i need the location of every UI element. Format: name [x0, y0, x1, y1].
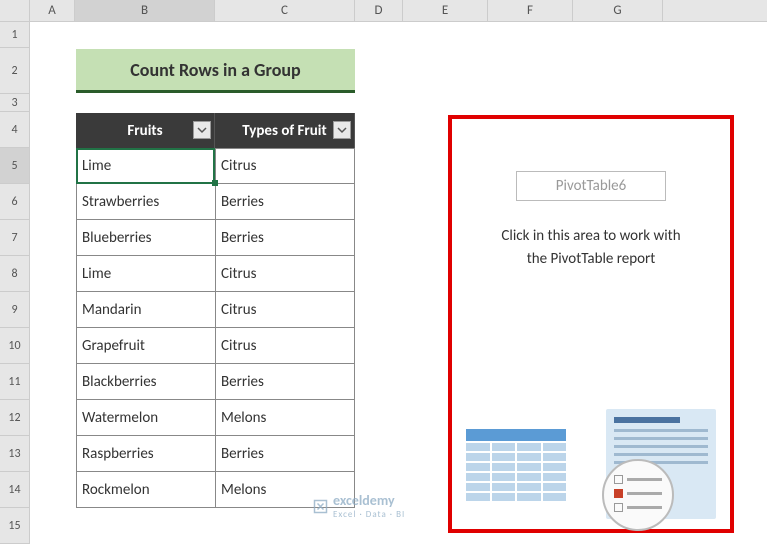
row-header-6[interactable]: 6 [0, 184, 30, 220]
col-header-F[interactable]: F [488, 0, 573, 21]
row-header-10[interactable]: 10 [0, 328, 30, 364]
table-header-fruits: Fruits [76, 113, 215, 148]
chevron-down-icon [337, 125, 347, 135]
cell-B12[interactable]: Watermelon [76, 400, 215, 436]
col-header-A[interactable]: A [30, 0, 75, 21]
cell-C6[interactable]: Berries [215, 184, 355, 220]
filter-button-fruits[interactable] [193, 121, 211, 139]
row-header-9[interactable]: 9 [0, 292, 30, 328]
row-header-4[interactable]: 4 [0, 112, 30, 148]
pivottable-name: PivotTable6 [516, 171, 666, 201]
cell-B6[interactable]: Strawberries [76, 184, 215, 220]
table-header-types: Types of Fruit [215, 113, 355, 148]
cell-C8[interactable]: Citrus [215, 256, 355, 292]
cell-B13[interactable]: Raspberries [76, 436, 215, 472]
pivot-fields-icon [602, 459, 674, 531]
row-header-15[interactable]: 15 [0, 508, 30, 544]
cell-B5[interactable]: Lime [76, 148, 215, 184]
table-body: LimeCitrus StrawberriesBerries Blueberri… [76, 148, 355, 508]
row-header-12[interactable]: 12 [0, 400, 30, 436]
pivot-table-icon [466, 429, 566, 519]
cell-B10[interactable]: Grapefruit [76, 328, 215, 364]
cell-B7[interactable]: Blueberries [76, 220, 215, 256]
watermark-brand: exceldemy [333, 492, 405, 509]
cell-C10[interactable]: Citrus [215, 328, 355, 364]
cell-B11[interactable]: Blackberries [76, 364, 215, 400]
select-all-corner[interactable] [0, 0, 30, 21]
col-header-C[interactable]: C [215, 0, 355, 21]
header-label: Types of Fruit [242, 122, 326, 140]
pivot-graphics [466, 409, 716, 519]
pivottable-message: Click in this area to work with the Pivo… [466, 225, 716, 270]
cell-C12[interactable]: Melons [215, 400, 355, 436]
logo-icon [313, 499, 328, 514]
pivottable-placeholder[interactable]: PivotTable6 Click in this area to work w… [448, 115, 734, 533]
row-header-7[interactable]: 7 [0, 220, 30, 256]
cell-C5[interactable]: Citrus [215, 148, 355, 184]
col-header-D[interactable]: D [355, 0, 403, 21]
filter-button-types[interactable] [333, 121, 351, 139]
row-header-1[interactable]: 1 [0, 22, 30, 48]
col-header-B[interactable]: B [75, 0, 215, 21]
header-label: Fruits [127, 122, 162, 140]
pivot-msg-line2: the PivotTable report [466, 248, 716, 271]
row-header-14[interactable]: 14 [0, 472, 30, 508]
row-header-8[interactable]: 8 [0, 256, 30, 292]
watermark-tagline: Excel · Data · BI [333, 509, 405, 520]
cell-C9[interactable]: Citrus [215, 292, 355, 328]
row-header-3[interactable]: 3 [0, 94, 30, 112]
cell-B8[interactable]: Lime [76, 256, 215, 292]
cell-C7[interactable]: Berries [215, 220, 355, 256]
cell-B14[interactable]: Rockmelon [76, 472, 215, 508]
cell-B9[interactable]: Mandarin [76, 292, 215, 328]
row-header-2[interactable]: 2 [0, 48, 30, 94]
col-header-G[interactable]: G [573, 0, 663, 21]
pivot-msg-line1: Click in this area to work with [466, 225, 716, 248]
chevron-down-icon [197, 125, 207, 135]
row-header-11[interactable]: 11 [0, 364, 30, 400]
cell-C13[interactable]: Berries [215, 436, 355, 472]
watermark: exceldemy Excel · Data · BI [313, 492, 405, 520]
col-header-E[interactable]: E [403, 0, 488, 21]
row-header-13[interactable]: 13 [0, 436, 30, 472]
data-table: Fruits Types of Fruit LimeCitrus Strawbe… [76, 113, 355, 508]
row-header-5[interactable]: 5 [0, 148, 30, 184]
cell-C11[interactable]: Berries [215, 364, 355, 400]
sheet-title: Count Rows in a Group [76, 49, 355, 93]
column-headers: A B C D E F G [0, 0, 767, 22]
